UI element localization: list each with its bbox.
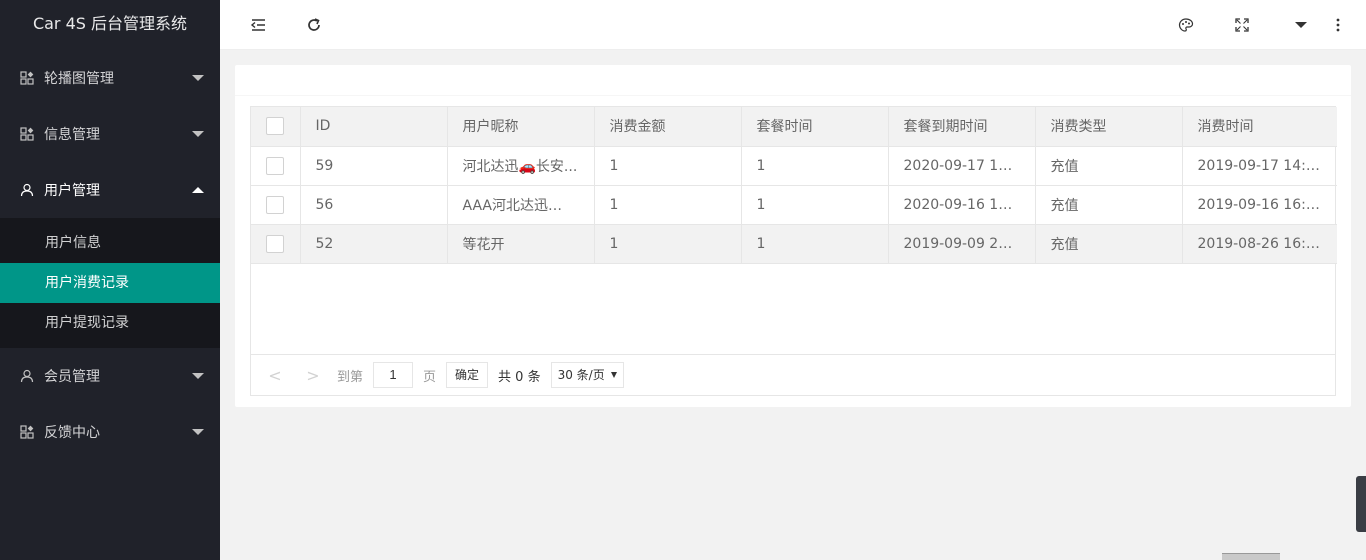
sidebar-item-info[interactable]: 信息管理: [0, 106, 220, 162]
sidebar-subitem-user-info[interactable]: 用户信息: [0, 223, 220, 263]
consumption-table: ID 用户昵称 消费金额 套餐时间 套餐到期时间 消费类型 消费时间 59 河北…: [250, 106, 1337, 396]
table-cell: 2019-08-26 16:1...: [1182, 224, 1337, 264]
apps-icon: [20, 127, 34, 141]
next-page-button[interactable]: >: [299, 362, 327, 388]
page-unit-label: 页: [423, 369, 437, 385]
column-header[interactable]: 消费金额: [594, 107, 742, 147]
column-header[interactable]: 消费时间: [1182, 107, 1337, 147]
sidebar-item-label: 用户管理: [44, 183, 100, 199]
select-all-checkbox-cell: [251, 107, 301, 147]
page-size-value: 30 条/页: [557, 368, 605, 382]
table-cell: 2020-09-17 14:...: [888, 146, 1036, 186]
sidebar: Car 4S 后台管理系统 轮播图管理 信息管理 用户管理 用户信息 用户消费记…: [0, 0, 220, 560]
table-cell: 等花开: [447, 224, 595, 264]
sidebar-item-feedback[interactable]: 反馈中心: [0, 404, 220, 460]
table-cell: 56: [300, 185, 448, 225]
table-row[interactable]: 59 河北达迅🚗长安... 1 1 2020-09-17 14:... 充值 2…: [251, 146, 1337, 186]
chevron-down-icon: [192, 131, 204, 137]
table-cell: 1: [741, 224, 889, 264]
table-cell: 2019-09-09 20:...: [888, 224, 1036, 264]
sidebar-item-label: 反馈中心: [44, 425, 100, 441]
column-header[interactable]: 用户昵称: [447, 107, 595, 147]
column-header[interactable]: 套餐时间: [741, 107, 889, 147]
app-logo-title[interactable]: Car 4S 后台管理系统: [0, 0, 220, 50]
theme-icon[interactable]: [1176, 15, 1196, 35]
chevron-down-icon: [610, 372, 617, 378]
table-cell: AAA河北达迅🚗...: [447, 185, 595, 225]
chevron-down-icon: [192, 75, 204, 81]
top-header: [220, 0, 1366, 50]
table-cell: 1: [741, 185, 889, 225]
table-header-row: ID 用户昵称 消费金额 套餐时间 套餐到期时间 消费类型 消费时间: [251, 107, 1337, 147]
table-cell: 1: [594, 146, 742, 186]
sidebar-item-users[interactable]: 用户管理: [0, 162, 220, 218]
dropdown-caret-icon[interactable]: [1291, 15, 1311, 35]
row-checkbox[interactable]: [266, 195, 285, 214]
row-checkbox[interactable]: [266, 234, 285, 253]
sidebar-item-label: 轮播图管理: [44, 71, 114, 87]
sidebar-subitem-withdrawal-records[interactable]: 用户提现记录: [0, 303, 220, 343]
goto-confirm-button[interactable]: 确定: [446, 362, 489, 388]
column-header[interactable]: 消费类型: [1035, 107, 1183, 147]
user-icon: [20, 369, 34, 383]
prev-page-button[interactable]: <: [261, 362, 289, 388]
fullscreen-icon[interactable]: [1232, 15, 1252, 35]
chevron-down-icon: [192, 429, 204, 435]
sidebar-submenu-users: 用户信息 用户消费记录 用户提现记录: [0, 218, 220, 348]
table-cell: 充值: [1035, 146, 1183, 186]
refresh-icon[interactable]: [304, 15, 324, 35]
chevron-up-icon: [192, 187, 204, 193]
row-checkbox-cell: [251, 185, 301, 225]
sidebar-item-members[interactable]: 会员管理: [0, 348, 220, 404]
select-all-checkbox[interactable]: [266, 117, 285, 136]
table-cell: 充值: [1035, 224, 1183, 264]
sidebar-subitem-consumption-records[interactable]: 用户消费记录: [0, 263, 220, 303]
content-card: ID 用户昵称 消费金额 套餐时间 套餐到期时间 消费类型 消费时间 59 河北…: [235, 65, 1351, 407]
apps-icon: [20, 425, 34, 439]
table-row[interactable]: 52 等花开 1 1 2019-09-09 20:... 充值 2019-08-…: [251, 224, 1337, 264]
pagination: < > 到第 1 页 确定 共 0 条 30 条/页: [251, 354, 1335, 395]
table-cell: 1: [594, 185, 742, 225]
row-checkbox-cell: [251, 224, 301, 264]
page-size-select[interactable]: 30 条/页: [550, 362, 624, 388]
column-header[interactable]: ID: [300, 107, 448, 147]
row-checkbox[interactable]: [266, 156, 285, 175]
table-cell: 2019-09-16 16:3...: [1182, 185, 1337, 225]
table-cell: 2020-09-16 16:...: [888, 185, 1036, 225]
table-cell: 52: [300, 224, 448, 264]
sidebar-item-label: 信息管理: [44, 127, 100, 143]
row-checkbox-cell: [251, 146, 301, 186]
column-header[interactable]: 套餐到期时间: [888, 107, 1036, 147]
table-row[interactable]: 56 AAA河北达迅🚗... 1 1 2020-09-16 16:... 充值 …: [251, 185, 1337, 225]
sidebar-item-label: 会员管理: [44, 369, 100, 385]
table-cell: 充值: [1035, 185, 1183, 225]
page-number-input[interactable]: 1: [373, 362, 414, 388]
table-cell: 59: [300, 146, 448, 186]
floating-side-widget[interactable]: [1356, 476, 1366, 532]
goto-label: 到第: [337, 369, 364, 385]
table-cell: 1: [594, 224, 742, 264]
sidebar-item-carousel[interactable]: 轮播图管理: [0, 50, 220, 106]
total-count: 共 0 条: [498, 369, 541, 385]
table-cell: 1: [741, 146, 889, 186]
apps-icon: [20, 71, 34, 85]
menu-collapse-icon[interactable]: [248, 15, 268, 35]
more-vertical-icon[interactable]: [1328, 15, 1348, 35]
card-header: [235, 65, 1351, 96]
user-icon: [20, 183, 34, 197]
table-cell: 河北达迅🚗长安...: [447, 146, 595, 186]
table-cell: 2019-09-17 14:0...: [1182, 146, 1337, 186]
chevron-down-icon: [192, 373, 204, 379]
bottom-edge-widget: [1222, 553, 1280, 560]
